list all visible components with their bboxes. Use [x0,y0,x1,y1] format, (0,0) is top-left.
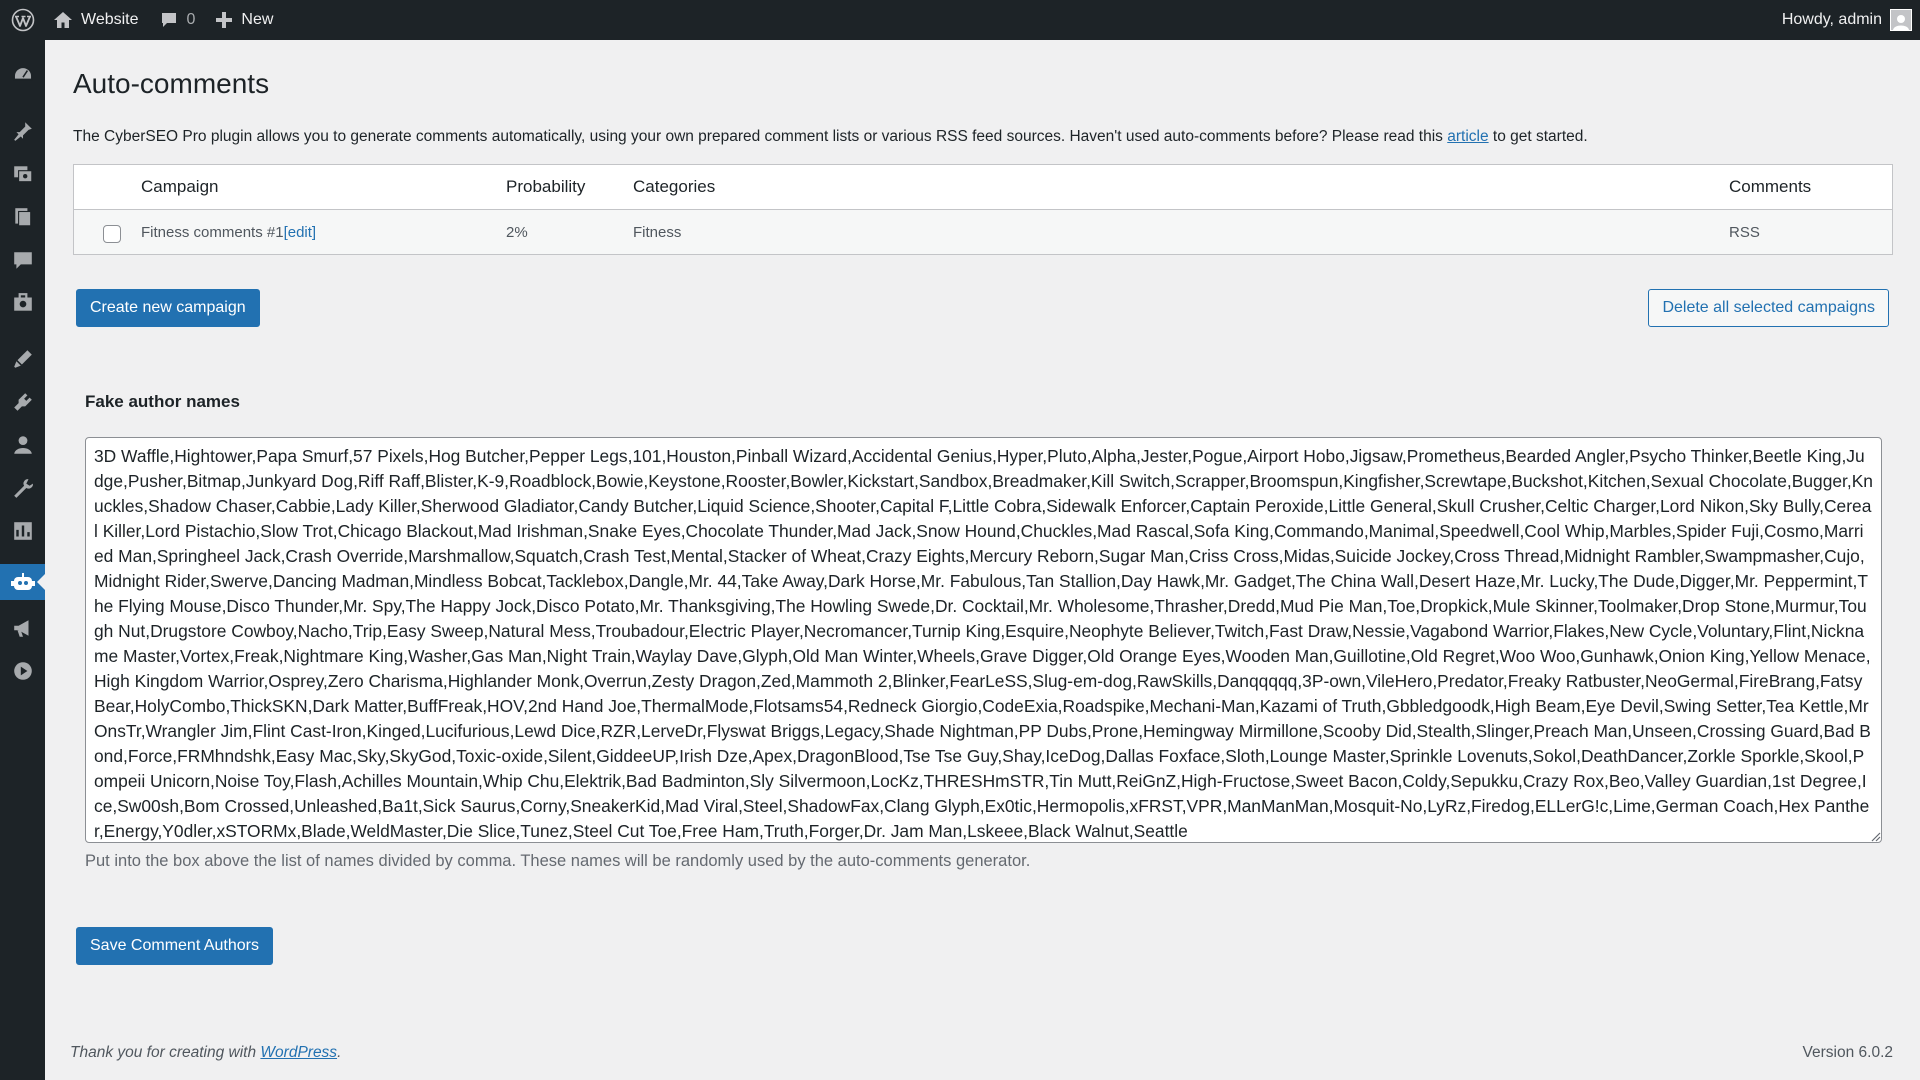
campaigns-table: Campaign Probability Categories Comments… [73,164,1893,255]
footer-thanks: Thank you for creating with WordPress. [70,1044,341,1062]
footer-thanks-text: Thank you for creating with [70,1044,261,1061]
edit-campaign-link[interactable]: [edit] [284,224,317,241]
site-name-link[interactable]: Website [45,0,149,40]
wordpress-logo-icon[interactable] [0,0,45,40]
resize-handle-icon[interactable] [1869,830,1881,842]
portfolio-icon[interactable] [0,285,45,321]
settings-icon[interactable] [0,513,45,549]
tools-icon[interactable] [0,470,45,506]
new-label: New [241,11,274,28]
table-row: Fitness comments #1[edit] 2% Fitness RSS [74,210,1892,254]
author-names-textarea[interactable]: 3D Waffle,Hightower,Papa Smurf,57 Pixels… [85,437,1882,843]
main-content: Auto-comments The CyberSEO Pro plugin al… [45,40,1920,1080]
help-text: Put into the box above the list of names… [85,852,1031,870]
campaign-name: Fitness comments #1 [141,223,284,241]
plus-icon [216,12,233,28]
new-content-link[interactable]: New [205,0,283,40]
howdy-text: Howdy, admin [1781,11,1882,28]
home-icon [54,12,72,28]
intro-text: The CyberSEO Pro plugin allows you to ge… [73,128,1443,145]
intro-suffix: to get started. [1488,128,1588,145]
users-icon[interactable] [0,427,45,463]
comment-bubble-icon [161,13,176,27]
header-campaign: Campaign [141,177,219,196]
footer-thanks-suffix: . [337,1044,342,1061]
dashboard-icon[interactable] [0,57,45,93]
table-header: Campaign Probability Categories Comments [74,165,1892,210]
comments-link[interactable]: 0 [149,0,206,40]
article-link[interactable]: article [1447,128,1488,145]
media-icon[interactable] [0,156,45,192]
categories-cell: Fitness [633,223,682,241]
wordpress-link[interactable]: WordPress [260,1044,337,1061]
comments-cell: RSS [1729,223,1760,241]
site-name: Website [81,11,139,28]
appearance-icon[interactable] [0,341,45,377]
admin-menu [0,40,45,1080]
my-account-link[interactable]: Howdy, admin [1772,0,1920,40]
footer-version: Version 6.0.2 [1802,1044,1893,1061]
pages-icon[interactable] [0,199,45,235]
plugins-icon[interactable] [0,384,45,420]
create-campaign-button[interactable]: Create new campaign [76,289,260,327]
page-title: Auto-comments [73,68,270,99]
delete-selected-button[interactable]: Delete all selected campaigns [1648,289,1889,327]
header-probability: Probability [506,177,586,196]
video-icon[interactable] [0,653,45,689]
header-categories: Categories [633,177,716,196]
marketing-icon[interactable] [0,610,45,646]
admin-bar: Website 0 New Howdy, admin [0,0,1920,40]
save-authors-button[interactable]: Save Comment Authors [76,927,273,965]
campaign-cell: Fitness comments #1[edit] [141,224,506,241]
header-comments: Comments [1729,177,1812,196]
avatar [1890,9,1912,31]
row-checkbox[interactable] [102,225,121,243]
intro-paragraph: The CyberSEO Pro plugin allows you to ge… [73,128,1588,146]
cyberseo-icon[interactable] [0,564,45,600]
comments-icon[interactable] [0,242,45,278]
fake-authors-title: Fake author names [85,392,240,411]
comments-count: 0 [186,11,196,28]
probability-cell: 2% [506,223,528,241]
posts-icon[interactable] [0,113,45,149]
